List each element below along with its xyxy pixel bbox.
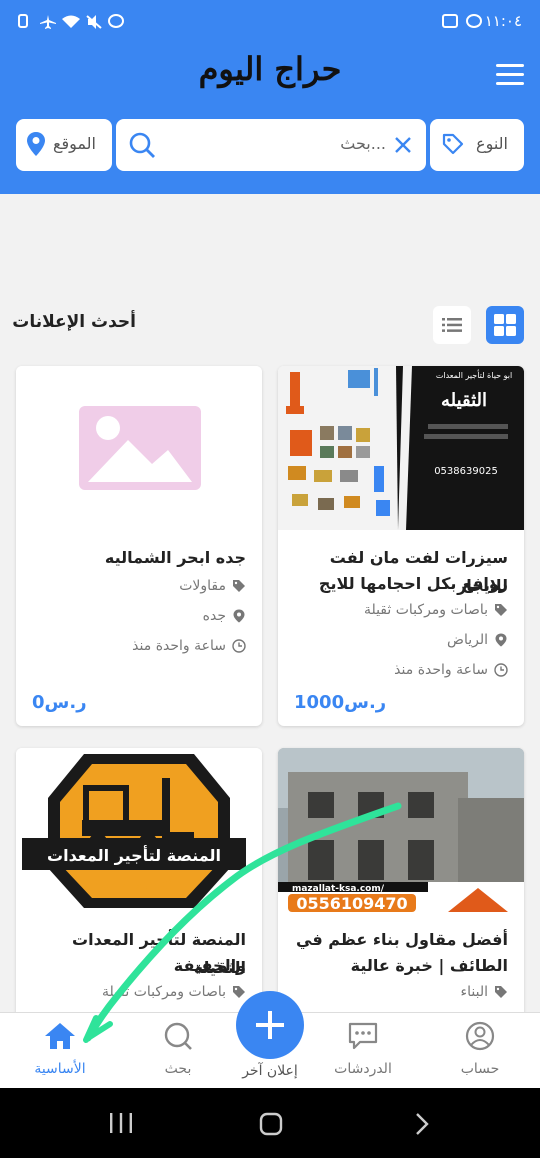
list-icon xyxy=(442,318,462,332)
tag-icon xyxy=(442,133,464,155)
assistant-icon xyxy=(466,14,482,28)
listing-price: 1000ر.س xyxy=(294,692,387,713)
location-pin-icon xyxy=(233,609,245,623)
user-icon xyxy=(465,1021,495,1051)
listing-card[interactable]: المنصة لتأجير المعدات 0547169290 المنصة … xyxy=(16,748,262,1012)
image-banner-text: المنصة لتأجير المعدات xyxy=(47,845,221,865)
listing-title-line2: روافع بكل احجامها للايج xyxy=(318,574,508,593)
wifi-icon xyxy=(62,14,80,28)
location-filter-button[interactable]: الموقع xyxy=(16,119,112,171)
listing-image[interactable]: ابو حياة لتأجير المعدات الثقيله 05386390… xyxy=(278,366,524,530)
nav-search-label: بحث xyxy=(164,1061,192,1077)
chat-icon xyxy=(348,1022,378,1050)
listing-image[interactable] xyxy=(16,366,262,530)
usb-icon xyxy=(18,14,28,28)
image-phone-text: 0538639025 xyxy=(434,466,498,477)
mute-icon xyxy=(86,14,102,29)
tag-icon xyxy=(233,580,245,592)
tag-icon xyxy=(233,986,245,998)
forklift-logo-image: المنصة لتأجير المعدات 0547169290 xyxy=(22,754,246,908)
listing-category: مقاولات xyxy=(179,578,246,594)
clock-icon xyxy=(494,663,508,677)
section-title: أحدث الإعلانات xyxy=(12,312,136,332)
tag-icon xyxy=(495,604,507,616)
home-icon xyxy=(45,1023,75,1049)
listing-price: 0ر.س xyxy=(32,692,87,713)
back-icon[interactable] xyxy=(414,1112,430,1136)
listing-category: باصات ومركبات ثقيلة xyxy=(102,984,246,1000)
listing-time: ساعة واحدة منذ xyxy=(132,638,246,654)
home-button-icon[interactable] xyxy=(259,1112,283,1136)
nav-search[interactable]: بحث xyxy=(128,1021,228,1077)
status-bar: ١١:٠٤ xyxy=(0,0,540,44)
bottom-navigation: الأساسية بحث إعلان آخر الدردشات حساب xyxy=(0,991,540,1088)
image-heading-text: الثقيله xyxy=(441,390,487,411)
clock-icon xyxy=(232,639,246,653)
app-title: حراج اليوم xyxy=(198,50,342,88)
search-icon[interactable] xyxy=(128,131,156,159)
grid-icon xyxy=(494,314,516,336)
grid-view-button[interactable] xyxy=(486,306,524,344)
location-pin-icon xyxy=(27,132,45,156)
alarm-icon xyxy=(108,14,124,28)
building-construction-image: mazallat-ksa.com/ 0556109470 xyxy=(278,748,524,912)
hamburger-menu-icon[interactable] xyxy=(496,64,524,86)
nav-account-label: حساب xyxy=(460,1061,500,1077)
listing-category: باصات ومركبات ثقيلة xyxy=(364,602,508,618)
listing-image[interactable]: mazallat-ksa.com/ 0556109470 xyxy=(278,748,524,912)
image-phone-text: 0547169290 xyxy=(96,879,173,892)
clear-icon[interactable] xyxy=(394,136,412,154)
image-placeholder-icon xyxy=(79,406,201,490)
listing-time: ساعة واحدة منذ xyxy=(394,662,508,678)
search-icon xyxy=(164,1022,192,1050)
system-navigation-bar xyxy=(0,1088,540,1158)
nav-chats-label: الدردشات xyxy=(334,1061,392,1077)
nav-home[interactable]: الأساسية xyxy=(10,1021,110,1077)
listing-card[interactable]: جده ابحر الشماليه مقاولات جده ساعة واحدة… xyxy=(16,366,262,726)
plus-icon xyxy=(256,1011,284,1039)
search-input[interactable]: بحث... xyxy=(116,119,426,171)
location-filter-label: الموقع xyxy=(53,134,96,153)
location-pin-icon xyxy=(495,633,507,647)
gallery-icon xyxy=(442,14,458,28)
search-placeholder: بحث... xyxy=(340,134,386,153)
listing-card[interactable]: mazallat-ksa.com/ 0556109470 أفضل مقاول … xyxy=(278,748,524,1012)
post-ad-label[interactable]: إعلان آخر xyxy=(220,1063,320,1079)
listing-title-line1: أفضل مقاول بناء عظم في xyxy=(296,930,508,949)
listing-title-line2: الطائف | خبرة عالية xyxy=(350,956,508,975)
tag-icon xyxy=(495,986,507,998)
listing-category: البناء xyxy=(461,984,508,1000)
status-time: ١١:٠٤ xyxy=(484,12,522,30)
airplane-icon xyxy=(40,14,56,29)
listing-title-line1: جده ابحر الشماليه xyxy=(104,548,246,567)
listing-card[interactable]: ابو حياة لتأجير المعدات الثقيله 05386390… xyxy=(278,366,524,726)
app-header: حراج اليوم النوع بحث... الموقع xyxy=(0,44,540,194)
type-filter-label: النوع xyxy=(476,134,508,153)
listing-location: الرياض xyxy=(447,632,508,648)
nav-home-label: الأساسية xyxy=(34,1061,86,1077)
nav-chats[interactable]: الدردشات xyxy=(313,1021,413,1077)
type-filter-button[interactable]: النوع xyxy=(430,119,524,171)
image-brand-text: ابو حياة لتأجير المعدات xyxy=(436,369,512,380)
listing-location: جده xyxy=(203,608,246,624)
equipment-collage-image: ابو حياة لتأجير المعدات الثقيله 05386390… xyxy=(286,366,524,530)
listing-title-line2: والخفيفة xyxy=(173,956,246,975)
recent-apps-icon[interactable] xyxy=(108,1112,134,1134)
listing-image[interactable]: المنصة لتأجير المعدات 0547169290 xyxy=(16,748,262,912)
nav-account[interactable]: حساب xyxy=(430,1021,530,1077)
image-site-text: mazallat-ksa.com/ xyxy=(292,884,385,894)
listings-area[interactable]: أحدث الإعلانات ابو حياة لتأجير المعدات ا… xyxy=(0,194,540,1012)
list-view-button[interactable] xyxy=(433,306,471,344)
post-ad-button[interactable] xyxy=(236,991,304,1059)
image-phone-text: 0556109470 xyxy=(296,894,407,912)
